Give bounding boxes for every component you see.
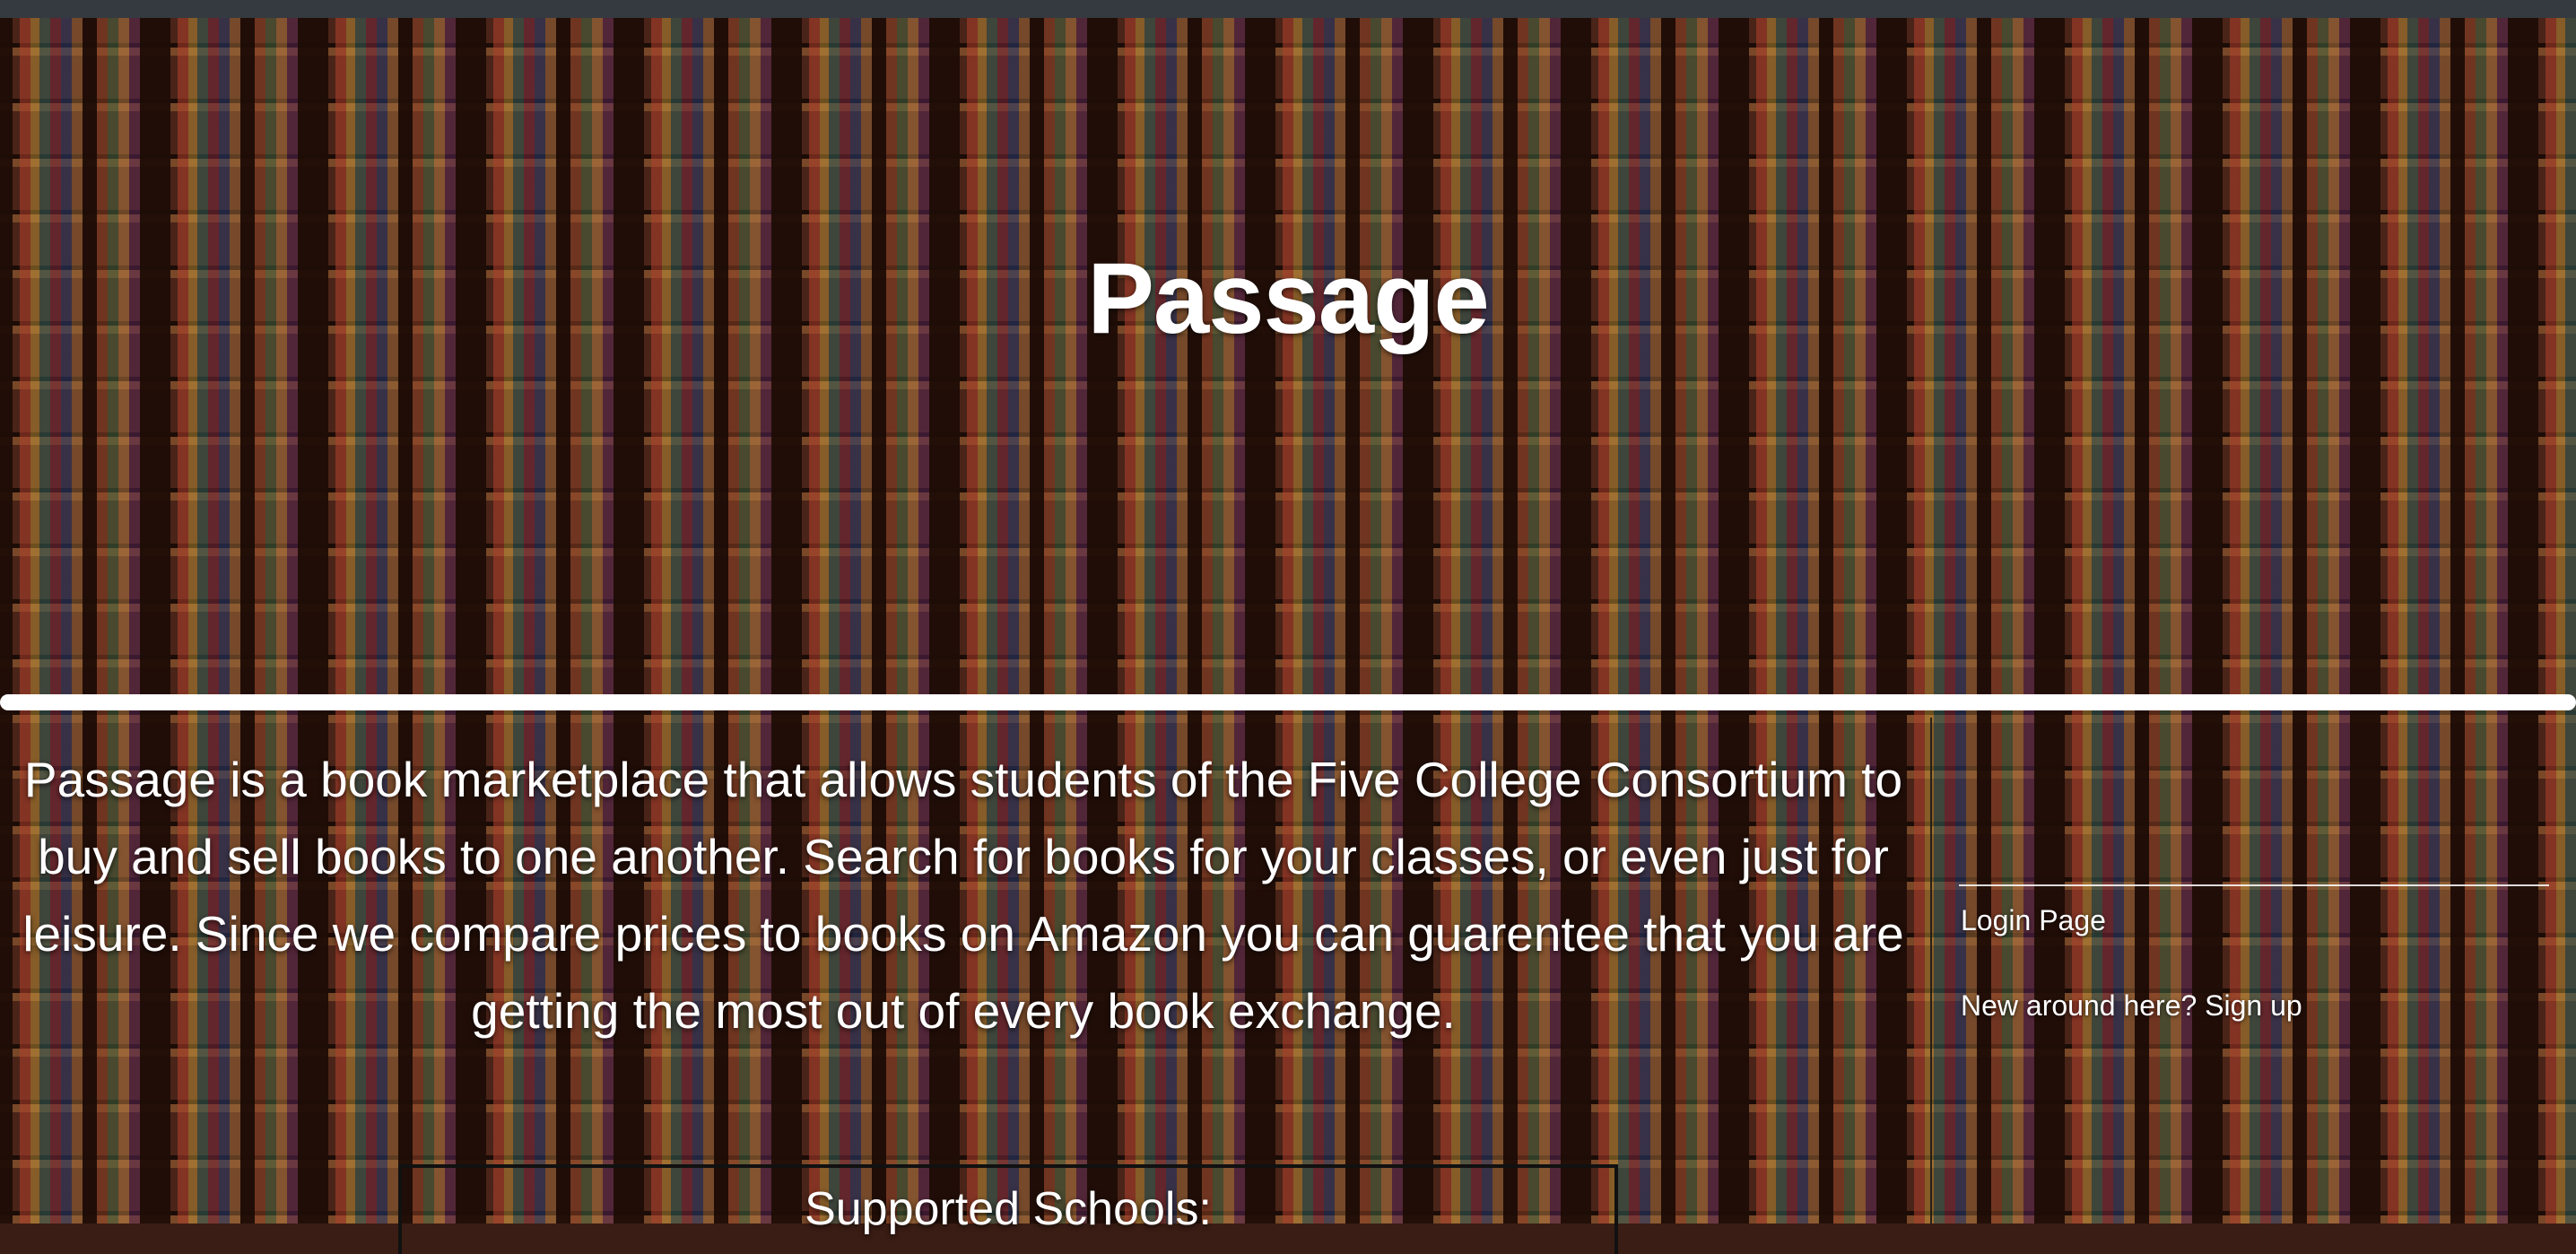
top-bar <box>0 0 2576 18</box>
intro-description: Passage is a book marketplace that allow… <box>22 752 1904 1039</box>
site-title: Passage <box>1087 242 1490 354</box>
login-link[interactable]: Login Page <box>1961 904 2106 937</box>
signup-link[interactable]: New around here? Sign up <box>1961 989 2302 1023</box>
divider <box>0 694 2576 710</box>
sidebar-border <box>1930 718 1932 1224</box>
sidebar-separator <box>1959 884 2549 886</box>
supported-schools-heading: Supported Schools: <box>805 1183 1212 1235</box>
supported-schools-panel: Supported Schools: <box>398 1164 1618 1254</box>
